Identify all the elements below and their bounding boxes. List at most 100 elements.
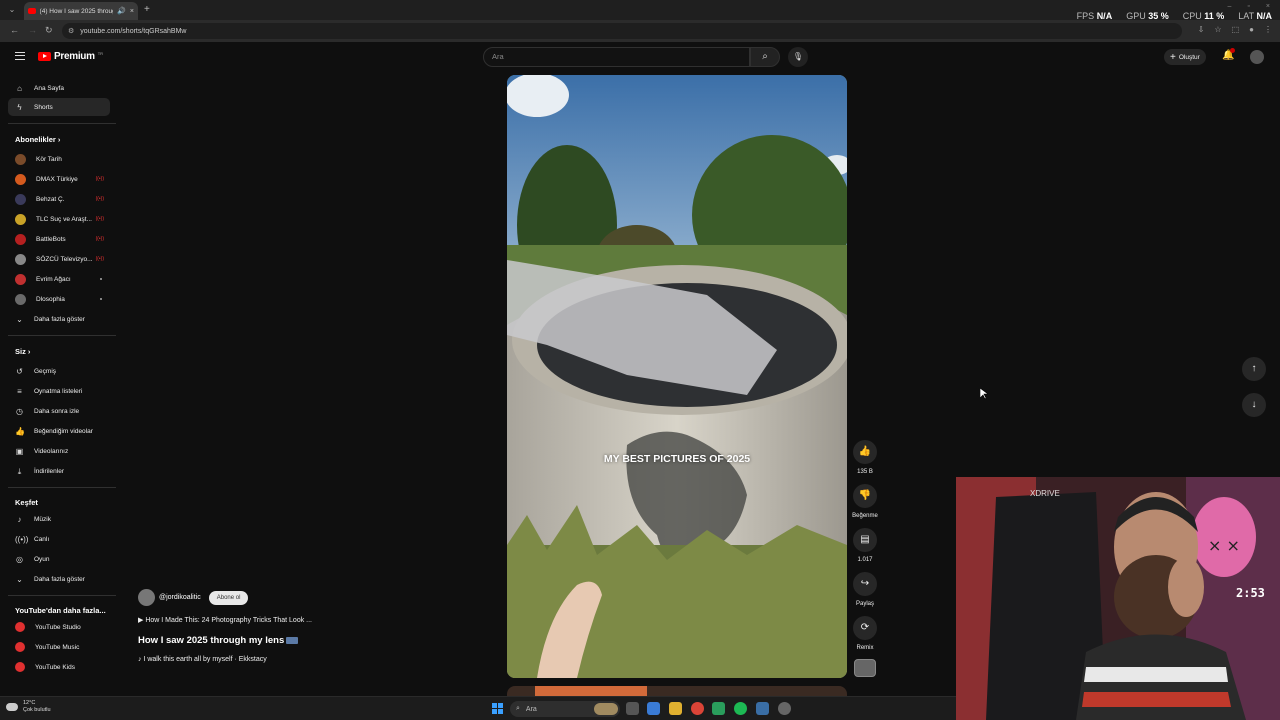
sidebar-item-home[interactable]: ⌂ Ana Sayfa	[8, 79, 110, 97]
sidebar-divider	[8, 487, 116, 488]
subscriptions-show-more[interactable]: ⌄ Daha fazla göster	[8, 310, 110, 328]
taskbar-search[interactable]: ⌕ Ara	[510, 701, 620, 717]
home-icon: ⌂	[17, 83, 22, 93]
sidebar-item-youtube-studio[interactable]: YouTube Studio	[8, 618, 110, 636]
sidebar-item-shorts[interactable]: ϟ Shorts	[8, 98, 110, 116]
browser-menu-icon[interactable]: ⋮	[1264, 25, 1272, 34]
sidebar-item-downloads[interactable]: ⤓ İndirilenler	[8, 462, 110, 480]
channel-avatar[interactable]	[138, 589, 155, 606]
sidebar-item-playlists[interactable]: ≡ Oynatma listeleri	[8, 382, 110, 400]
profile-icon[interactable]: ●	[1249, 25, 1254, 34]
sidebar-item-gaming[interactable]: ◎ Oyun	[8, 550, 110, 568]
bookmark-star-icon[interactable]: ☆	[1214, 25, 1221, 34]
task-view-icon[interactable]	[626, 702, 639, 715]
youtube-kids-icon	[15, 662, 25, 672]
app-icon[interactable]	[712, 702, 725, 715]
tab-close-icon[interactable]: ×	[130, 8, 134, 15]
previous-short-button[interactable]: ↑	[1242, 357, 1266, 381]
comments-button[interactable]: ▤ 1.017	[850, 528, 880, 563]
subscription-kor-tarih[interactable]: Kör Tarih	[8, 150, 110, 168]
youtube-music-icon	[15, 642, 25, 652]
minimize-icon[interactable]: –	[1228, 3, 1232, 10]
short-video-player[interactable]: MY BEST PICTURES OF 2025	[507, 75, 847, 678]
tab-search-icon[interactable]: ⌄	[6, 4, 18, 16]
sidebar-item-liked-videos[interactable]: 👍 Beğendiğim videolar	[8, 422, 110, 440]
subscribe-button[interactable]: Abone ol	[208, 590, 249, 605]
sidebar-item-youtube-music[interactable]: YouTube Music	[8, 638, 110, 656]
chrome-icon[interactable]	[691, 702, 704, 715]
install-icon[interactable]: ⇩	[1198, 25, 1205, 34]
camera-emoji-icon	[286, 636, 299, 644]
explore-show-more[interactable]: ⌄ Daha fazla göster	[8, 570, 110, 588]
maximize-icon[interactable]: ▫	[1247, 3, 1249, 10]
new-content-dot	[100, 278, 102, 280]
account-avatar[interactable]	[1250, 50, 1264, 64]
sidebar-item-youtube-kids[interactable]: YouTube Kids	[8, 658, 110, 676]
subscription-evrim-agaci[interactable]: Evrim Ağacı	[8, 270, 110, 288]
forward-icon[interactable]: →	[28, 25, 37, 35]
sidebar-item-live[interactable]: ((•)) Canlı	[8, 530, 110, 548]
voice-search-button[interactable]: 🎙	[788, 47, 808, 67]
close-window-icon[interactable]: ×	[1266, 3, 1270, 10]
subscription-battlebots[interactable]: BattleBots ((•))	[8, 230, 110, 248]
channel-avatar	[15, 293, 26, 305]
channel-info: @jordikoalitic Abone ol	[138, 589, 249, 606]
music-link[interactable]: ♪ I walk this earth all by myself · Ekks…	[138, 656, 267, 663]
search-button[interactable]: ⌕	[750, 47, 780, 67]
next-short-button[interactable]: ↓	[1242, 393, 1266, 417]
browser-tab-bar: ⌄ (4) How I saw 2025 through 🔊 × + – ▫ ×…	[0, 0, 1280, 21]
tab-audio-icon[interactable]: 🔊	[117, 7, 126, 15]
like-button[interactable]: 👍 135 B	[850, 440, 880, 475]
reload-icon[interactable]: ↻	[45, 25, 53, 36]
subscription-behzat[interactable]: Behzat Ç. ((•))	[8, 190, 110, 208]
site-info-icon[interactable]: ⚙	[68, 27, 74, 35]
extensions-icon[interactable]: ⬚	[1232, 25, 1240, 34]
url-field[interactable]: ⚙ youtube.com/shorts/tqGRsahBMw	[62, 23, 1182, 39]
file-explorer-icon[interactable]	[669, 702, 682, 715]
steam-icon[interactable]	[756, 702, 769, 715]
back-icon[interactable]: ←	[10, 25, 19, 35]
your-videos-icon: ▣	[15, 446, 24, 456]
plus-icon: +	[1170, 51, 1176, 63]
channel-avatar	[15, 173, 26, 185]
new-tab-button[interactable]: +	[144, 4, 150, 15]
live-indicator-icon: ((•))	[95, 256, 104, 262]
subscription-dmax[interactable]: DMAX Türkiye ((•))	[8, 170, 110, 188]
sidebar-item-music[interactable]: ♪ Müzik	[8, 510, 110, 528]
channel-handle[interactable]: @jordikoalitic	[159, 594, 201, 601]
youtube-premium-logo[interactable]: Premium TR	[38, 51, 103, 62]
related-video-link[interactable]: ▶ How I Made This: 24 Photography Tricks…	[138, 616, 312, 624]
like-count: 135 B	[857, 469, 873, 475]
streamer-webcam-image: × ×	[956, 477, 1280, 720]
subscriptions-heading[interactable]: Abonelikler ›	[15, 135, 60, 144]
browser-tab[interactable]: (4) How I saw 2025 through 🔊 ×	[24, 2, 138, 20]
share-button[interactable]: ↪ Paylaş	[850, 572, 880, 607]
channel-avatar	[15, 153, 26, 165]
sidebar-item-your-videos[interactable]: ▣ Videolarınız	[8, 442, 110, 460]
search-input[interactable]: Ara	[483, 47, 750, 67]
remix-button[interactable]: ⟳ Remix	[850, 616, 880, 651]
short-title[interactable]: How I saw 2025 through my lens	[138, 635, 299, 646]
channel-avatar	[15, 213, 26, 225]
explore-heading: Keşfet	[15, 498, 38, 507]
subscription-dlosophia[interactable]: Dlosophia	[8, 290, 110, 308]
playlist-icon: ≡	[17, 386, 22, 396]
sidebar-item-watch-later[interactable]: ◷ Daha sonra izle	[8, 402, 110, 420]
you-heading[interactable]: Siz ›	[15, 347, 30, 356]
spotify-icon[interactable]	[734, 702, 747, 715]
tab-title: (4) How I saw 2025 through	[39, 7, 114, 15]
obs-icon[interactable]	[778, 702, 791, 715]
subscription-tlc[interactable]: TLC Suç ve Araşt... ((•))	[8, 210, 110, 228]
next-short-preview[interactable]	[507, 686, 847, 696]
subscription-sozcu[interactable]: SÖZCÜ Televizyo... ((•))	[8, 250, 110, 268]
weather-widget[interactable]: 12°C Çok bulutlu	[6, 700, 51, 714]
windows-start-icon[interactable]	[492, 703, 503, 714]
menu-icon[interactable]	[15, 52, 25, 60]
sidebar-item-history[interactable]: ↺ Geçmiş	[8, 362, 110, 380]
live-indicator-icon: ((•))	[95, 236, 104, 242]
thumbs-down-icon: 👎	[853, 484, 877, 508]
dislike-button[interactable]: 👎 Beğenme	[850, 484, 880, 519]
sound-thumbnail[interactable]	[854, 659, 876, 677]
copilot-icon[interactable]	[647, 702, 660, 715]
create-button[interactable]: + Oluştur	[1164, 49, 1206, 65]
